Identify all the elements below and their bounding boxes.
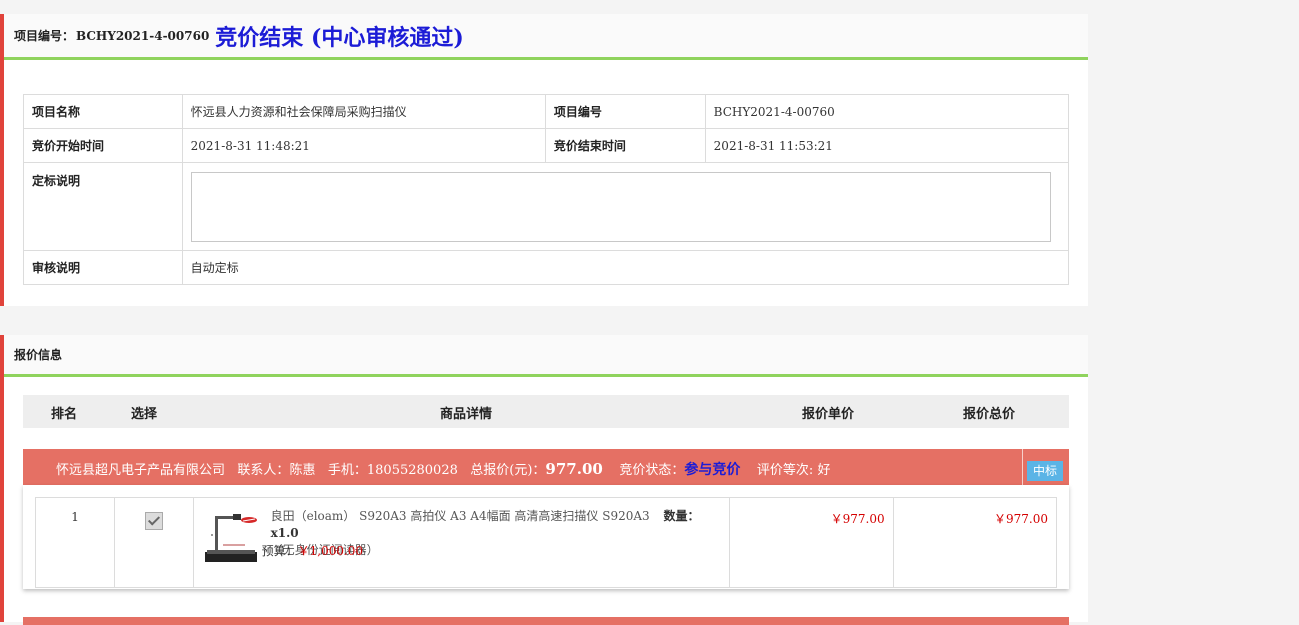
rank-cell: 1 xyxy=(34,497,116,588)
project-header: 项目编号： BCHY2021-4-00760 竞价结束 (中心审核通过) xyxy=(4,14,1088,60)
total-value: 977.00 xyxy=(545,460,603,478)
project-code-label: 项目编号： xyxy=(14,29,75,43)
col-rank: 排名 xyxy=(51,407,78,422)
next-supplier-bar xyxy=(23,617,1069,625)
product-detail-cell: 良田（eloam） S920A3 高拍仪 A3 A4幅面 高清高速扫描仪 S92… xyxy=(192,497,731,588)
badge-cell: 中标 xyxy=(1022,449,1069,485)
quote-header: 报价信息 xyxy=(4,335,1088,377)
contact-value: 陈惠 xyxy=(289,463,316,478)
quote-table-header: 排名 选择 商品详情 报价单价 报价总价 xyxy=(23,395,1069,428)
project-code-value: BCHY2021-4-00760 xyxy=(76,28,210,43)
quote-section-title: 报价信息 xyxy=(14,348,63,362)
review-note-label: 审核说明 xyxy=(23,250,183,285)
budget-label: 预算： xyxy=(261,544,298,558)
product-image xyxy=(204,514,257,562)
project-code-label-cell: 项目编号 xyxy=(544,94,706,129)
contact-label: 联系人： xyxy=(237,463,290,478)
winner-badge: 中标 xyxy=(1027,461,1063,481)
quote-row-card: 1 良田（eloam） S920A3 高拍仪 A3 A4幅面 高清高速扫描仪 S… xyxy=(23,485,1069,589)
project-name-value: 怀远县人力资源和社会保障局采购扫描仪 xyxy=(181,94,546,129)
rating-value: 好 xyxy=(817,463,831,478)
end-time-value: 2021-8-31 11:53:21 xyxy=(704,128,1070,163)
qty-label: 数量： xyxy=(663,509,700,523)
project-info-table: 项目名称 怀远县人力资源和社会保障局采购扫描仪 项目编号 BCHY2021-4-… xyxy=(23,94,1070,285)
budget-value: ￥1,000.00 xyxy=(297,544,364,558)
end-time-label: 竞价结束时间 xyxy=(544,128,706,163)
table-row: 1 良田（eloam） S920A3 高拍仪 A3 A4幅面 高清高速扫描仪 S… xyxy=(34,497,1058,588)
project-name-label: 项目名称 xyxy=(23,94,183,129)
budget: 预算：￥1,000.00 xyxy=(262,542,363,559)
supplier-bar: 怀远县超凡电子产品有限公司 联系人：陈惠 手机：18055280028 总报价(… xyxy=(23,449,1069,485)
total-label: 总报价(元)： xyxy=(470,463,546,478)
start-time-value: 2021-8-31 11:48:21 xyxy=(181,128,546,163)
col-unit-price: 报价单价 xyxy=(802,407,855,422)
award-note-textarea[interactable] xyxy=(190,172,1051,242)
col-total-price: 报价总价 xyxy=(963,407,1016,422)
qty-value: x1.0 xyxy=(270,526,299,540)
bid-status-label: 竞价状态： xyxy=(619,463,685,478)
select-checkbox[interactable] xyxy=(144,512,163,530)
phone-label: 手机： xyxy=(327,463,367,478)
status-title: 竞价结束 (中心审核通过) xyxy=(215,24,464,51)
supplier-company: 怀远县超凡电子产品有限公司 xyxy=(56,463,226,478)
start-time-label: 竞价开始时间 xyxy=(23,128,183,163)
quote-items-table: 1 良田（eloam） S920A3 高拍仪 A3 A4幅面 高清高速扫描仪 S… xyxy=(34,497,1058,588)
bid-status-value: 参与竞价 xyxy=(684,462,741,478)
review-note-value: 自动定标 xyxy=(181,250,1070,285)
supplier-summary: 怀远县超凡电子产品有限公司 联系人：陈惠 手机：18055280028 总报价(… xyxy=(56,459,830,479)
select-cell xyxy=(114,497,194,588)
project-code-value-cell: BCHY2021-4-00760 xyxy=(704,94,1070,129)
award-note-label: 定标说明 xyxy=(23,162,183,251)
total-price-cell: ￥977.00 xyxy=(892,497,1058,588)
rating-label: 评价等次: xyxy=(756,463,814,478)
award-note-cell xyxy=(181,162,1070,251)
product-title: 良田（eloam） S920A3 高拍仪 A3 A4幅面 高清高速扫描仪 S92… xyxy=(270,509,650,523)
col-select: 选择 xyxy=(131,407,158,422)
col-detail: 商品详情 xyxy=(440,407,493,422)
quote-panel: 报价信息 排名 选择 商品详情 报价单价 报价总价 怀远县超凡电子产品有限公司 … xyxy=(0,335,1088,625)
project-panel: 项目编号： BCHY2021-4-00760 竞价结束 (中心审核通过) 项目名… xyxy=(0,14,1088,306)
phone-value: 18055280028 xyxy=(366,463,458,478)
unit-price-cell: ￥977.00 xyxy=(729,497,894,588)
